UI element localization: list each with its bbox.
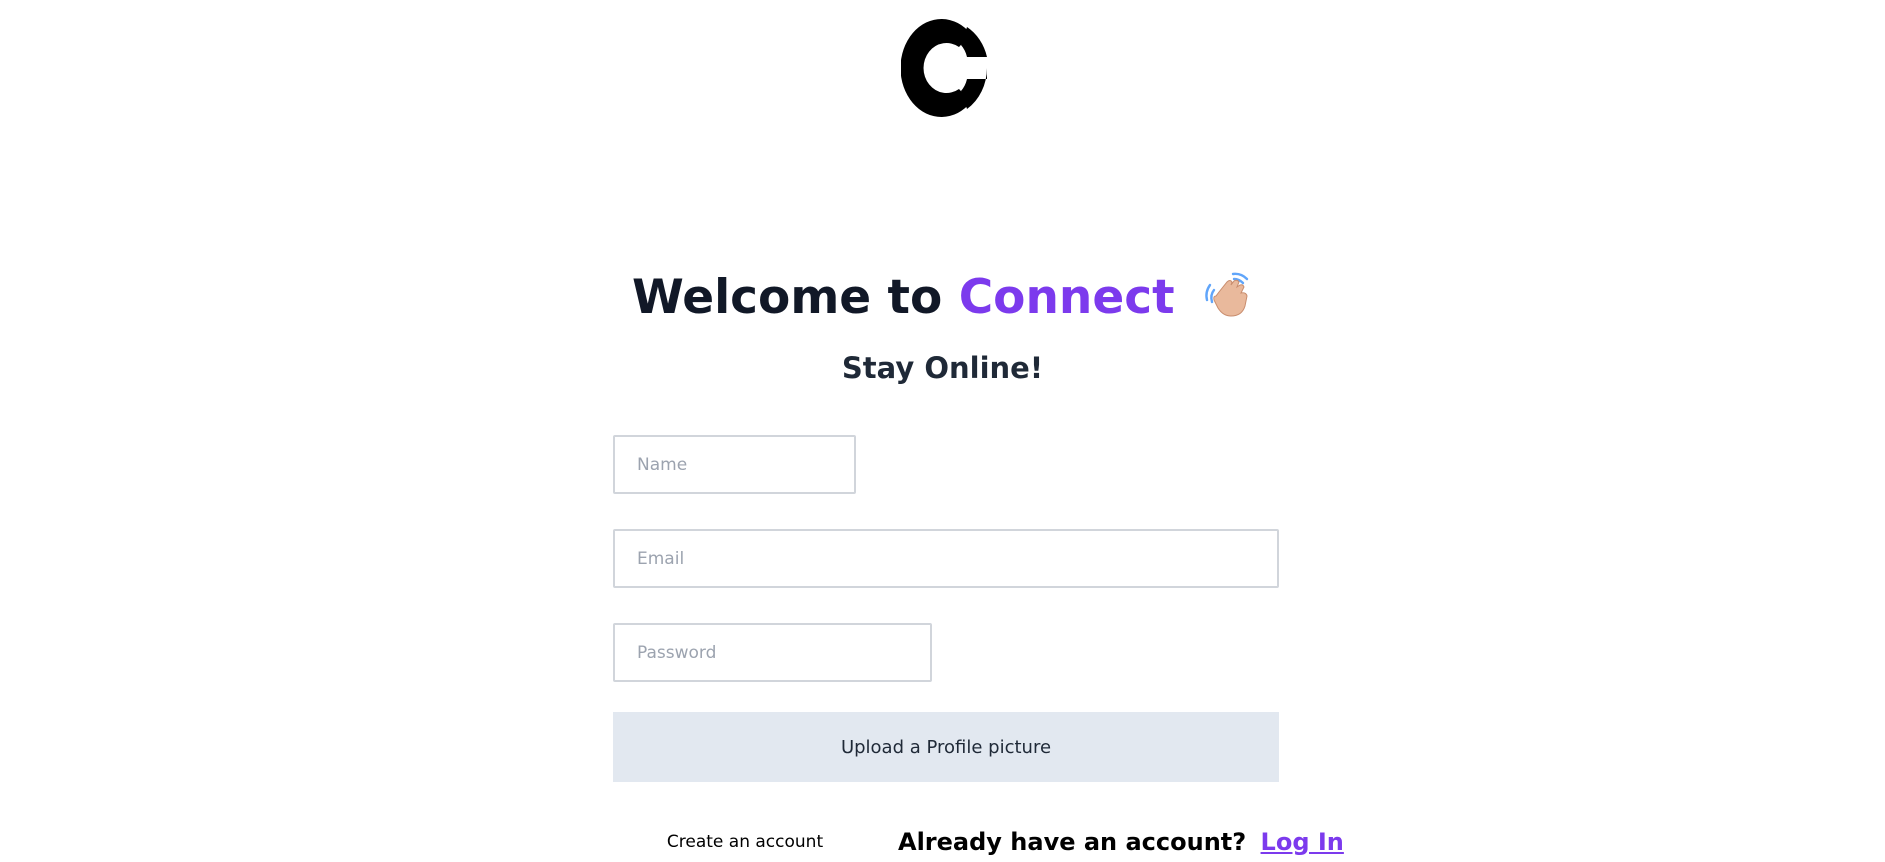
- connect-logo-icon: [901, 19, 987, 117]
- create-account-button[interactable]: Create an account: [640, 822, 850, 862]
- email-input[interactable]: [613, 529, 1279, 588]
- page-title: Welcome to Connect: [0, 266, 1885, 330]
- login-link[interactable]: Log In: [1261, 828, 1344, 856]
- signup-page: Welcome to Connect Stay Online! Upload a…: [0, 0, 1885, 862]
- login-prompt: Already have an account? Log In: [898, 822, 1344, 862]
- waving-hand-icon: [1205, 272, 1249, 317]
- title-prefix: Welcome to: [632, 270, 943, 325]
- brand-name: Connect: [958, 270, 1175, 325]
- page-subtitle: Stay Online!: [841, 351, 1044, 385]
- login-prompt-text: Already have an account?: [898, 828, 1247, 856]
- upload-profile-picture-button[interactable]: Upload a Profile picture: [613, 712, 1279, 782]
- password-input[interactable]: [613, 623, 932, 682]
- name-input[interactable]: [613, 435, 856, 494]
